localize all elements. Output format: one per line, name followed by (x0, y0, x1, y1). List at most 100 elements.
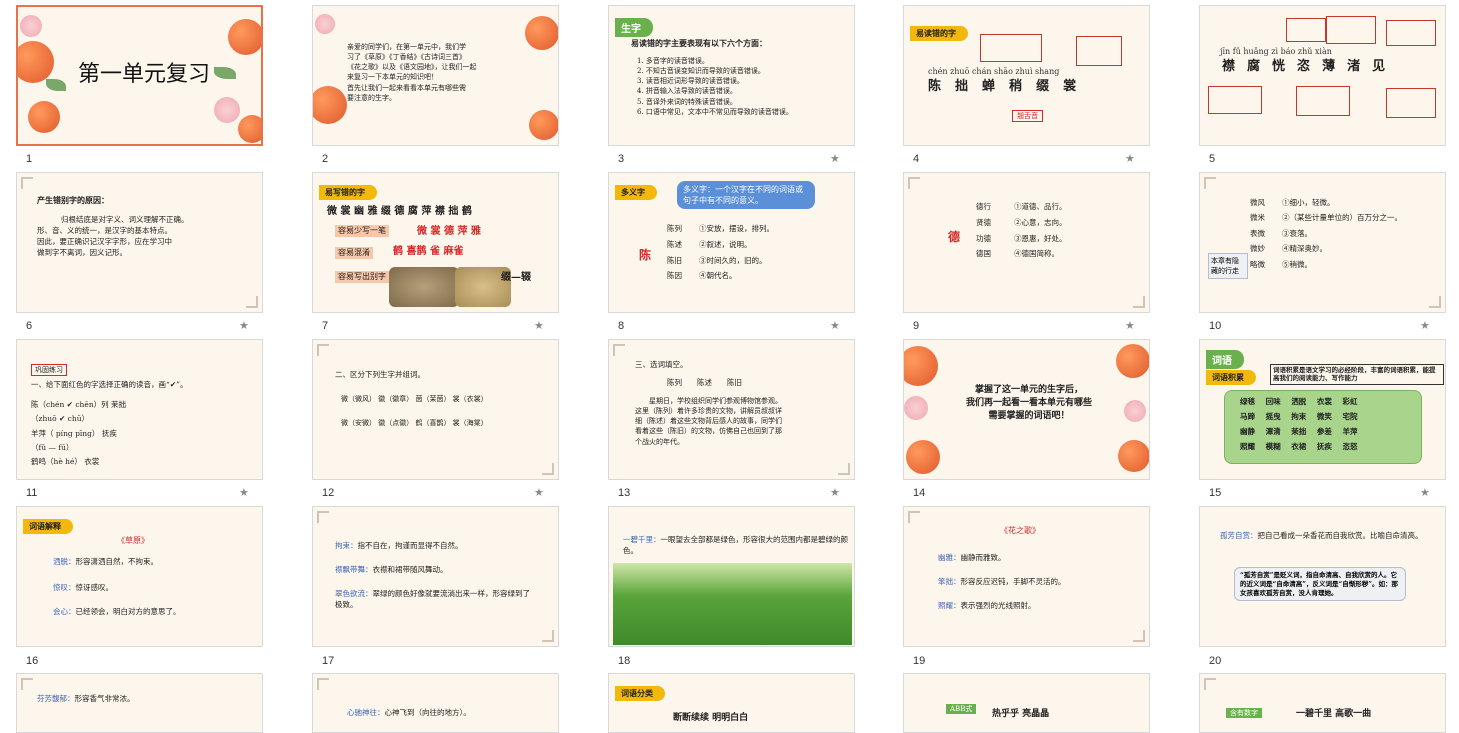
slide-number: 1 (26, 153, 33, 165)
row-words: 微 裳 德 萍 雅 (417, 226, 481, 237)
slide-thumbnail-25[interactable]: 含有数字 一碧千里 高歌一曲 (1199, 673, 1446, 733)
slide-number: 3 (618, 153, 625, 165)
slide-thumbnail-6[interactable]: 产生错别字的原因： 归根结底是对字义、词义理解不正确。 形、音、义的统一，是汉字的… (16, 172, 263, 313)
slide-thumbnail-10[interactable]: 本章有隐藏的行走 微风 微米 表微 微妙 略微 ①细小，轻微。 ②（某些计量单位的）百万分… (1199, 172, 1446, 313)
slide-thumbnail-1[interactable]: 第一单元复习 (16, 5, 263, 146)
definition: 洒脱：形容潇洒自然，不拘束。 (53, 557, 158, 566)
slide-thumbnail-3[interactable]: 生字 易读错的字主要表现有以下六个方面： 1. 多音字的读音错误。 2. 不知古音… (608, 5, 855, 146)
word-options: 陈列 陈述 陈旧 (667, 378, 742, 387)
orange-fruit-image (904, 346, 938, 386)
slide-thumbnail-5[interactable]: jīn fǔ huǎng zì báo zhǔ xiàn 襟腐恍恣薄渚见 (1199, 5, 1446, 146)
slide-thumbnail-16[interactable]: 词语解释 《草原》 洒脱：形容潇洒自然，不拘束。 惊叹：惊讶感叹。 会心：已经领… (16, 506, 263, 647)
slide-number: 20 (1209, 655, 1222, 667)
star-icon[interactable]: ★ (830, 152, 840, 165)
word-row: 热乎乎 亮晶晶 (992, 709, 1050, 719)
star-icon[interactable]: ★ (534, 486, 544, 499)
definition-box: 多义字：一个汉字在不同的词语或句子中有不同的意义。 (677, 181, 815, 209)
slide-thumbnail-2[interactable]: 亲爱的同学们，在第一单元中，我们学 习了《草原》《丁香结》《古诗词三首》 《花之歌》… (312, 5, 559, 146)
definition: 一碧千里：一眼望去全部都是绿色，形容很大的范围内都是碧绿的颜色。 (623, 535, 848, 555)
star-icon[interactable]: ★ (239, 319, 249, 332)
corner-decoration (542, 630, 554, 642)
word-grid-text: 绿毯 回味 洒脱 衣裳 彩虹 马蹄 摇曳 拘束 微笑 宅院 幽静 潭清 茉拙 参… (1240, 397, 1358, 451)
slide-thumbnail-13[interactable]: 三、选词填空。 陈列 陈述 陈旧 星期日，学校组织同学们参观博物馆参观。 这里（陈… (608, 339, 855, 480)
slide-thumbnail-15[interactable]: 词语 词语积累 词语积累是语文学习的必经阶段，丰富的词语积累，能提高我们的阅读能… (1199, 339, 1446, 480)
annotation-box (1076, 36, 1122, 66)
star-icon[interactable]: ★ (1125, 152, 1135, 165)
slide-body: 归根结底是对字义、词义理解不正确。 形、音、义的统一，是汉字的基本特点。 因此，要正… (37, 215, 189, 257)
intro-text: 亲爱的同学们，在第一单元中，我们学 习了《草原》《丁香结》《古诗词三首》 《花之歌》… (347, 43, 477, 102)
corner-decoration (613, 344, 625, 356)
definition: 翠色欲流：翠绿的颜色好像就要流淌出来一样，形容绿到了极致。 (335, 589, 530, 609)
definition: 芬芳馥郁：形容香气非常浓。 (37, 694, 135, 703)
star-icon[interactable]: ★ (239, 486, 249, 499)
section-tag: ABB式 (946, 704, 977, 715)
corner-decoration (838, 463, 850, 475)
slide-number: 19 (913, 655, 926, 667)
slide-thumbnail-18[interactable]: 一碧千里：一眼望去全部都是绿色，形容很大的范围内都是碧绿的颜色。 (608, 506, 855, 647)
char-row: 襟腐恍恣薄渚见 (1222, 59, 1398, 74)
slide-number: 11 (26, 487, 38, 499)
star-icon[interactable]: ★ (830, 319, 840, 332)
slide-thumbnail-21[interactable]: 芬芳馥郁：形容香气非常浓。 (16, 673, 263, 733)
star-icon[interactable]: ★ (830, 486, 840, 499)
corner-decoration (1133, 296, 1145, 308)
slide-number: 9 (913, 320, 920, 332)
definition: 襟飘带舞：衣襟和裙带随风舞动。 (335, 565, 448, 574)
slide-heading: 三、选词填空。 (635, 360, 688, 369)
star-icon[interactable]: ★ (1420, 319, 1430, 332)
slide-thumbnail-23[interactable]: 词语分类 断断续续 明明白白 (608, 673, 855, 733)
slide-thumbnail-4[interactable]: 易读错的字 chén zhuō chán shāo zhuì shang 陈拙蝉… (903, 5, 1150, 146)
slide-thumbnail-14[interactable]: 掌握了这一单元的生字后， 我们再一起看一看本单元有哪些 需要掌握的词语吧！ (903, 339, 1150, 480)
word-row: 断断续续 明明白白 (673, 713, 749, 723)
slide-thumbnail-19[interactable]: 《花之歌》 幽雅：幽静而雅致。 笨拙：形容反应迟钝，手脚不灵活的。 照耀：表示强… (903, 506, 1150, 647)
word-list: 陈列 陈述 陈旧 陈因 (667, 224, 682, 281)
flower-image (1124, 400, 1146, 422)
definition: 幽雅：幽静而雅致。 (938, 553, 1006, 562)
slide-heading: 产生错别字的原因： (37, 195, 109, 205)
annotation-box (1386, 20, 1436, 46)
corner-decoration (21, 177, 33, 189)
section-tag: 词语分类 (615, 686, 665, 701)
lesson-title: 《花之歌》 (1000, 526, 1040, 535)
word-list: 微风 微米 表微 微妙 略微 (1250, 198, 1265, 269)
meaning-list: ①安放，摆设，排列。 ②叙述，说明。 ③时间久的，旧的。 ④朝代名。 (699, 224, 774, 281)
note-box: “孤芳自赏”是贬义词，指自命清高、自我欣赏的人。它的近义词是“自命清高”，反义词… (1234, 567, 1406, 602)
section-tag: 词语 (1206, 350, 1244, 369)
slide-heading: 易读错的字主要表现有以下六个方面： (631, 38, 767, 48)
section-tag: 易读错的字 (910, 26, 968, 41)
star-icon[interactable]: ★ (1125, 319, 1135, 332)
slide-number: 5 (1209, 153, 1216, 165)
definition: 照耀：表示强烈的光线照射。 (938, 601, 1036, 610)
slide-thumbnail-22[interactable]: 心驰神往：心神飞到（向往的地方）。 (312, 673, 559, 733)
row-words: 缀—辍 (501, 272, 531, 283)
star-icon[interactable]: ★ (534, 319, 544, 332)
orange-fruit-image (525, 16, 558, 50)
orange-fruit-image (18, 41, 54, 83)
grassland-image (613, 563, 852, 645)
star-icon[interactable]: ★ (1420, 486, 1430, 499)
slide-thumbnail-17[interactable]: 拘束：指不自在，拘谨而显得不自然。 襟飘带舞：衣襟和裙带随风舞动。 翠色欲流：翠… (312, 506, 559, 647)
slide-thumbnail-24[interactable]: ABB式 热乎乎 亮晶晶 (903, 673, 1150, 733)
slide-body: 星期日，学校组织同学们参观博物馆参观。 这里（陈列）着许多珍贵的文物，讲解员叔叔详… (635, 397, 782, 446)
section-tag: 巩固练习 (31, 364, 67, 377)
slide-thumbnail-8[interactable]: 多义字 多义字：一个汉字在不同的词语或句子中有不同的意义。 陈 陈列 陈述 陈旧 陈因… (608, 172, 855, 313)
orange-fruit-image (529, 110, 558, 140)
word-row: 微（安微） 徽（点徽） 鹤（喜鹊） 裳（海棠） (341, 419, 488, 427)
slide-thumbnail-12[interactable]: 二、区分下列生字并组词。 微（微风） 徽（徽章） 茵（茉茵） 裳（衣裳） 微（安… (312, 339, 559, 480)
slide-number: 7 (322, 320, 329, 332)
row-label: 容易写出别字 (335, 271, 389, 283)
orange-fruit-image (228, 19, 261, 55)
flower-image (904, 396, 928, 420)
definition: 惊叹：惊讶感叹。 (53, 583, 113, 592)
slide-thumbnail-9[interactable]: 德 德行 贤德 功德 德国 ①道德、品行。 ②心意，志向。 ③恩惠，好处。 ④德国简称。 (903, 172, 1150, 313)
annotation-box (980, 34, 1042, 62)
slide-thumbnail-20[interactable]: 孤芳自赏：把自己看成一朵香花而自我欣赏。比喻自命清高。 “孤芳自赏”是贬义词，指… (1199, 506, 1446, 647)
corner-decoration (908, 177, 920, 189)
flower-image (315, 14, 335, 34)
row-label: 容易混淆 (335, 247, 373, 259)
slide-thumbnail-11[interactable]: 巩固练习 一、给下面红色的字选择正确的读音，画“✔”。 陈（chén ✔ chē… (16, 339, 263, 480)
annotation-box (1326, 16, 1376, 44)
orange-fruit-image (313, 86, 347, 124)
slide-thumbnail-7[interactable]: 易写错的字 微 裳 幽 雅 缀 德 腐 萍 襟 拙 鹤 容易少写一笔 微 裳 德… (312, 172, 559, 313)
annotation-box (1286, 18, 1326, 42)
